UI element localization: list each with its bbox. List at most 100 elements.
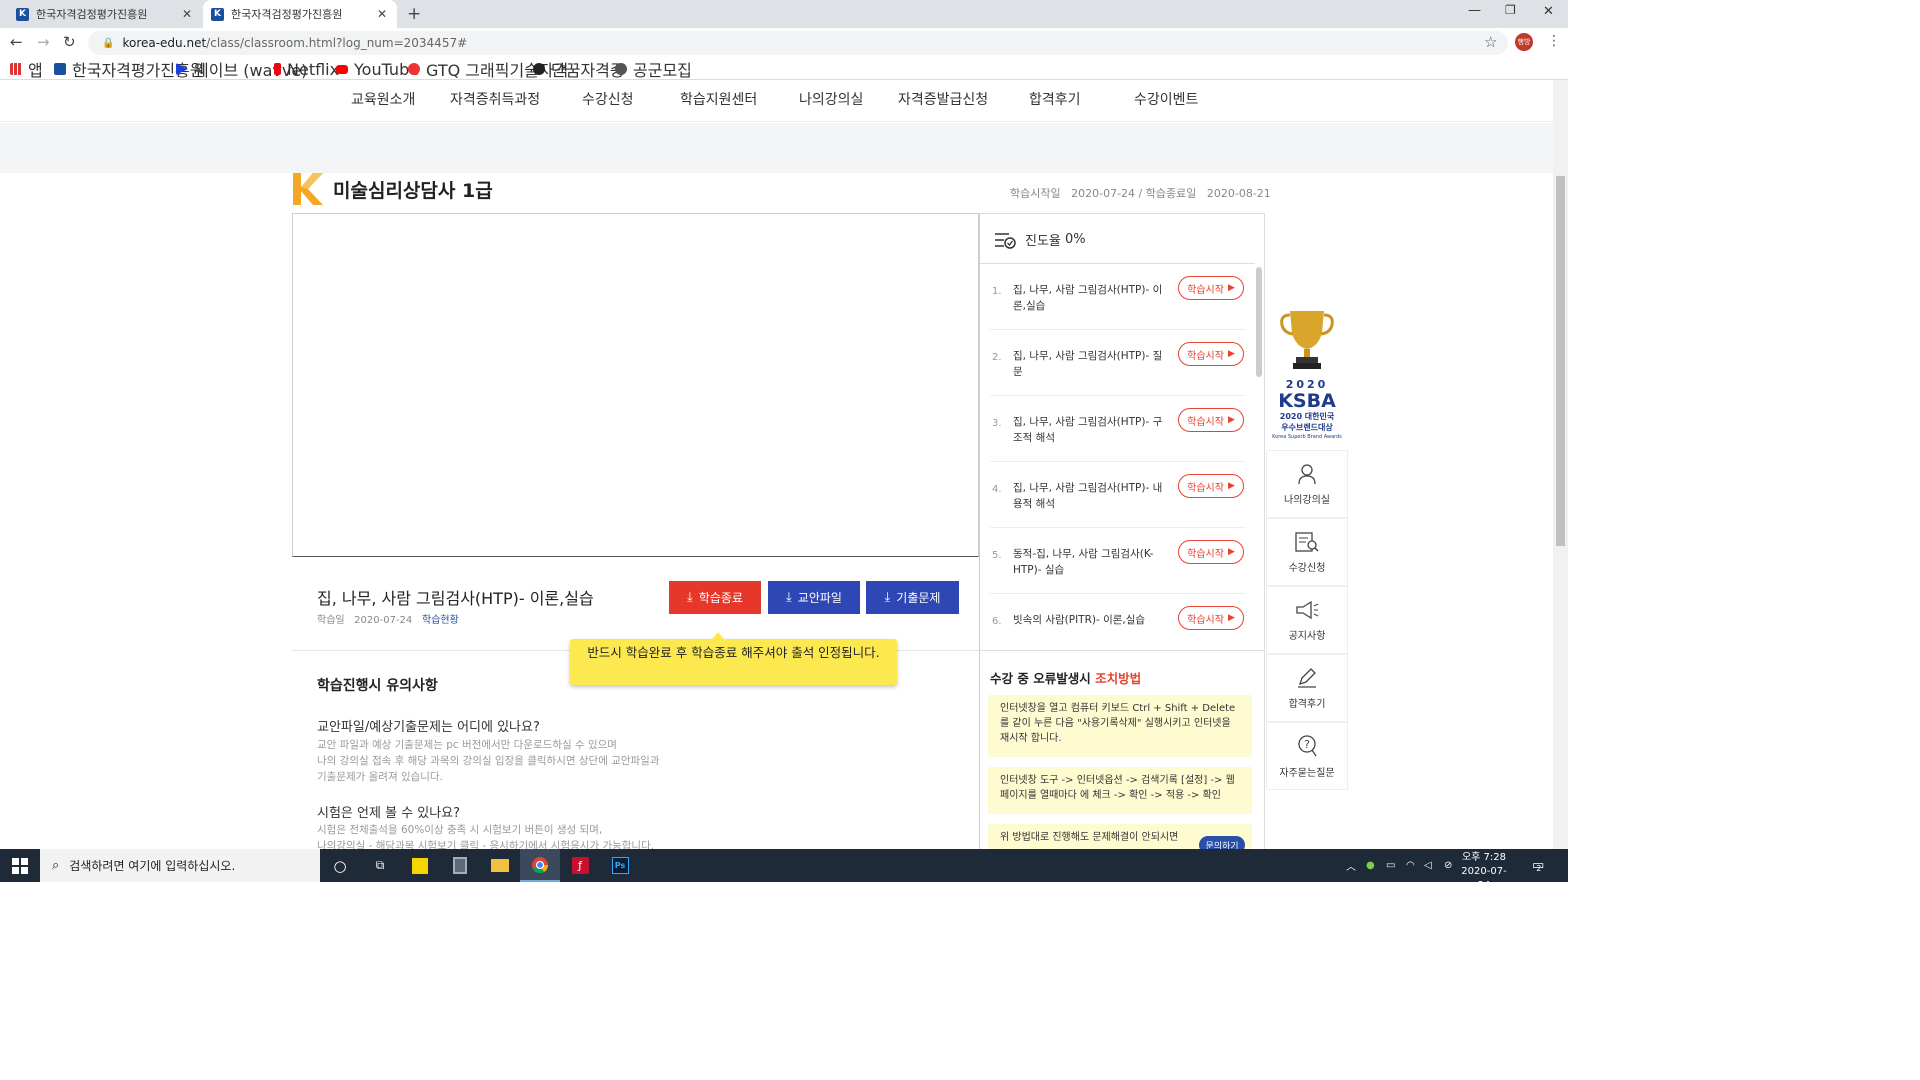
address-bar[interactable]: 🔒 korea-edu.net/class/classroom.html?log… (88, 31, 1508, 55)
lesson-list: 1. 집, 나무, 사람 그림검사(HTP)- 이론,실습 학습시작 ▶ 2. 집… (980, 263, 1255, 648)
close-window-icon[interactable]: ✕ (1543, 4, 1554, 19)
volume-icon[interactable]: ◁ (1424, 849, 1432, 882)
chrome-icon[interactable] (520, 849, 560, 882)
bookmark-item[interactable]: 단꿈자격증 (533, 58, 625, 80)
url-path: /class/classroom.html?log_num=2034457# (206, 36, 468, 50)
photoshop-icon[interactable]: Ps (600, 849, 640, 882)
wifi-icon[interactable]: ◠ (1406, 849, 1415, 882)
nav-item[interactable]: 수강신청 (582, 89, 634, 109)
browser-tab[interactable]: K 한국자격검정평가진흥원 ✕ (8, 0, 202, 28)
k-favicon-icon: K (211, 7, 224, 21)
new-tab-icon[interactable]: + (407, 4, 421, 24)
video-player[interactable] (292, 213, 979, 557)
lesson-list-scrollbar[interactable] (1256, 267, 1262, 377)
youtube-icon (336, 64, 348, 74)
k-logo-icon (293, 173, 323, 205)
file-explorer-icon[interactable] (480, 849, 520, 882)
start-study-button[interactable]: 학습시작 ▶ (1178, 342, 1244, 366)
lesson-item-title: 집, 나무, 사람 그림검사(HTP)- 질문 (1013, 350, 1163, 378)
play-icon: ▶ (1227, 547, 1235, 557)
start-study-button[interactable]: 학습시작 ▶ (1178, 540, 1244, 564)
ksba-award-badge: 2020 KSBA 2020 대한민국 우수브랜드대상 Korea Superb… (1266, 305, 1348, 450)
play-icon: ▶ (1227, 283, 1235, 293)
lesson-item: 1. 집, 나무, 사람 그림검사(HTP)- 이론,실습 학습시작 ▶ (990, 264, 1246, 330)
nav-item[interactable]: 나의강의실 (799, 89, 863, 109)
study-status-link[interactable]: 학습현황 (422, 611, 459, 626)
past-exam-button[interactable]: ⤓ 기출문제 (866, 581, 959, 614)
progress-value: 0% (1065, 232, 1086, 247)
divider (979, 650, 1265, 651)
lesson-item: 2. 집, 나무, 사람 그림검사(HTP)- 질문 학습시작 ▶ (990, 330, 1246, 396)
close-tab-icon[interactable]: ✕ (182, 7, 192, 21)
apps-grid-icon (10, 63, 22, 75)
quick-enroll[interactable]: 수강신청 (1266, 518, 1348, 586)
bookmark-apps[interactable]: 앱 (10, 58, 43, 80)
progress-header: 진도율 0% (994, 230, 1086, 249)
nav-item[interactable]: 자격증취득과정 (450, 89, 540, 109)
lesson-item: 5. 동적-집, 나무, 사람 그림검사(K-HTP)- 실습 학습시작 ▶ (990, 528, 1246, 594)
start-study-button[interactable]: 학습시작 ▶ (1178, 408, 1244, 432)
flash-icon[interactable]: ƒ (560, 849, 600, 882)
gtq-icon (408, 63, 420, 75)
play-icon: ▶ (1227, 481, 1235, 491)
minimize-icon[interactable]: — (1468, 3, 1481, 18)
back-icon[interactable]: ← (10, 33, 23, 51)
taskbar-clock[interactable]: 오후 7:28 2020-07-24 (1458, 851, 1510, 882)
task-view-icon[interactable]: ⧉ (360, 849, 400, 882)
page-scrollbar-thumb[interactable] (1556, 176, 1565, 546)
quick-faq[interactable]: ? 자주묻는질문 (1266, 722, 1348, 790)
start-study-button[interactable]: 학습시작 ▶ (1178, 606, 1244, 630)
end-study-button[interactable]: ⤓ 학습종료 (669, 581, 761, 614)
windows-start-icon[interactable] (0, 849, 40, 882)
lesson-item-title: 동적-집, 나무, 사람 그림검사(K-HTP)- 실습 (1013, 548, 1154, 576)
nav-item[interactable]: 교육원소개 (351, 89, 415, 109)
pencil-icon (1298, 667, 1316, 688)
tab-title: 한국자격검정평가진흥원 (36, 8, 148, 21)
quick-my-classroom[interactable]: 나의강의실 (1266, 450, 1348, 518)
forward-icon[interactable]: → (37, 33, 50, 51)
tray-app-icon[interactable]: ● (1366, 849, 1375, 882)
start-study-button[interactable]: 학습시작 ▶ (1178, 474, 1244, 498)
lecture-file-button[interactable]: ⤓ 교안파일 (768, 581, 860, 614)
svg-text:?: ? (1304, 738, 1310, 751)
menu-icon[interactable]: ⋮ (1547, 33, 1561, 49)
error-tip: 인터넷창 도구 -> 인터넷옵션 -> 검색기록 [설정] -> 웹 페이지를 … (988, 767, 1252, 814)
nav-item[interactable]: 학습지원센터 (680, 89, 757, 109)
browser-tab-active[interactable]: K 한국자격검정평가진흥원 ✕ (203, 0, 397, 28)
attendance-tooltip: 반드시 학습완료 후 학습종료 해주셔야 출석 인정됩니다. (570, 632, 897, 685)
calculator-icon[interactable] (440, 849, 480, 882)
bookmark-star-icon[interactable]: ☆ (1484, 33, 1497, 51)
error-tip: 인터넷창을 열고 컴퓨터 키보드 Ctrl + Shift + Delete를 … (988, 695, 1252, 757)
nav-item[interactable]: 수강이벤트 (1134, 89, 1198, 109)
site-nav (0, 81, 1555, 122)
nav-item[interactable]: 자격증발급신청 (898, 89, 988, 109)
bookmark-item[interactable]: YouTube (336, 58, 419, 80)
quick-reviews[interactable]: 합격후기 (1266, 654, 1348, 722)
profile-avatar[interactable]: 행방 (1515, 33, 1533, 51)
battery-icon[interactable]: ▭ (1386, 849, 1395, 882)
quick-notice[interactable]: 공지사항 (1266, 586, 1348, 654)
netflix-icon (274, 63, 281, 75)
taskbar-search-input[interactable]: ⌕ 검색하려면 여기에 입력하십시오. (40, 849, 320, 882)
start-study-button[interactable]: 학습시작 ▶ (1178, 276, 1244, 300)
sticky-notes-icon[interactable] (400, 849, 440, 882)
restore-icon[interactable]: ❐ (1505, 3, 1516, 17)
cortana-icon[interactable]: ○ (320, 849, 360, 882)
nav-item[interactable]: 합격후기 (1029, 89, 1081, 109)
reload-icon[interactable]: ↻ (63, 33, 76, 51)
dankkum-icon (533, 63, 545, 75)
tray-chevron-icon[interactable]: ︿ (1346, 849, 1356, 882)
close-tab-icon[interactable]: ✕ (377, 7, 387, 21)
page-scrollbar[interactable] (1553, 80, 1568, 850)
error-help-heading: 수강 중 오류발생시 조치방법 (990, 671, 1142, 686)
lock-icon: 🔒 (102, 37, 115, 49)
person-icon (1298, 463, 1316, 484)
header-band (0, 123, 1555, 173)
notification-off-icon[interactable]: ⊘ (1444, 849, 1452, 882)
action-center-icon[interactable]: ▭ 2 (1532, 849, 1544, 882)
notes-heading: 학습진행시 유의사항 (317, 678, 438, 694)
bookmark-item[interactable]: 공군모집 (615, 58, 692, 80)
lesson-item-title: 집, 나무, 사람 그림검사(HTP)- 이론,실습 (1013, 284, 1163, 312)
play-icon: ▶ (1227, 349, 1235, 359)
bookmark-item[interactable]: Netflix (274, 58, 339, 80)
